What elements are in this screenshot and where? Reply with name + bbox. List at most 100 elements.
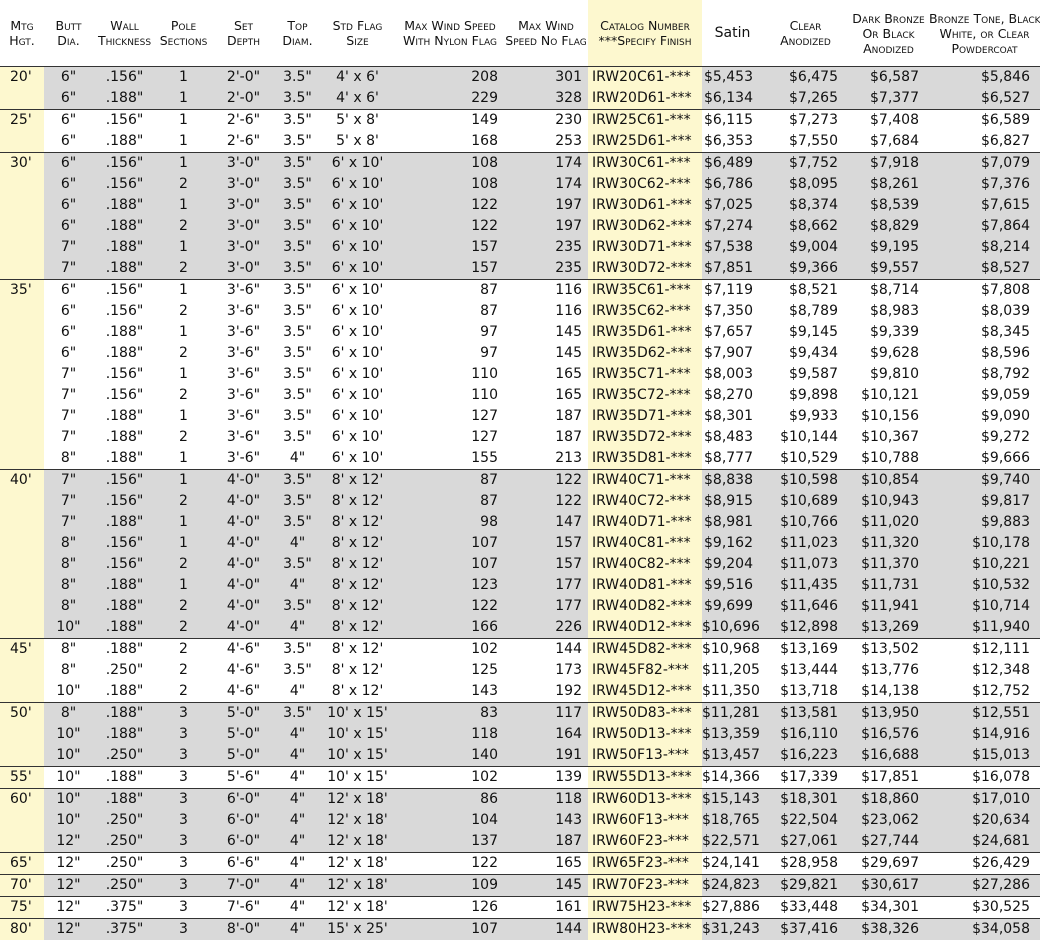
cell-powdercoat: $9,666	[929, 448, 1040, 470]
cell-clear-anodized: $10,766	[763, 512, 848, 533]
cell-butt-dia: 12"	[44, 853, 93, 875]
cell-clear-anodized: $22,504	[763, 810, 848, 831]
cell-mtg-hgt	[0, 512, 44, 533]
cell-powdercoat: $8,792	[929, 364, 1040, 385]
cell-butt-dia: 8"	[44, 660, 93, 681]
cell-top-diam: 3.5"	[276, 639, 319, 661]
cell-dark-bronze: $10,156	[848, 406, 929, 427]
cell-mtg-hgt: 30'	[0, 153, 44, 175]
cell-top-diam: 3.5"	[276, 406, 319, 427]
header-clear-anodized: ClearAnodized	[763, 0, 848, 67]
cell-wind-noflag: 122	[504, 470, 588, 492]
cell-mtg-hgt: 60'	[0, 789, 44, 811]
cell-wind-noflag: 187	[504, 831, 588, 853]
header-line: Clear	[763, 18, 848, 33]
cell-dark-bronze: $11,020	[848, 512, 929, 533]
table-row: 7".188"13'-0"3.5"6' x 10'157235IRW30D71-…	[0, 237, 1040, 258]
cell-wind-nylon: 107	[396, 554, 504, 575]
cell-wind-nylon: 149	[396, 110, 504, 132]
cell-wind-nylon: 118	[396, 724, 504, 745]
cell-flag-size: 6' x 10'	[319, 385, 396, 406]
cell-mtg-hgt	[0, 258, 44, 280]
cell-satin: $7,907	[702, 343, 763, 364]
cell-catalog-number: IRW45F82-***	[588, 660, 702, 681]
price-table-page: MtgHgt.ButtDia.WallThicknessPoleSections…	[0, 0, 1040, 938]
cell-flag-size: 6' x 10'	[319, 195, 396, 216]
cell-flag-size: 10' x 15'	[319, 703, 396, 725]
cell-wind-nylon: 122	[396, 216, 504, 237]
cell-wind-noflag: 145	[504, 322, 588, 343]
cell-catalog-number: IRW55D13-***	[588, 767, 702, 789]
cell-powdercoat: $24,681	[929, 831, 1040, 853]
cell-flag-size: 6' x 10'	[319, 174, 396, 195]
cell-butt-dia: 7"	[44, 364, 93, 385]
cell-pole-sections: 1	[156, 575, 211, 596]
cell-clear-anodized: $9,898	[763, 385, 848, 406]
header-line: Speed No Flag	[504, 33, 588, 48]
header-line: Butt	[44, 18, 93, 33]
cell-flag-size: 8' x 12'	[319, 533, 396, 554]
cell-pole-sections: 1	[156, 280, 211, 302]
cell-flag-size: 4' x 6'	[319, 67, 396, 89]
header-line: Catalog Number	[588, 18, 702, 33]
table-row: 7".188"14'-0"3.5"8' x 12'98147IRW40D71-*…	[0, 512, 1040, 533]
cell-butt-dia: 6"	[44, 343, 93, 364]
cell-wind-nylon: 87	[396, 470, 504, 492]
cell-wind-noflag: 328	[504, 88, 588, 110]
cell-clear-anodized: $13,581	[763, 703, 848, 725]
cell-flag-size: 6' x 10'	[319, 216, 396, 237]
cell-catalog-number: IRW35D81-***	[588, 448, 702, 470]
cell-clear-anodized: $11,435	[763, 575, 848, 596]
table-row: 8".156"24'-0"3.5"8' x 12'107157IRW40C82-…	[0, 554, 1040, 575]
cell-dark-bronze: $8,539	[848, 195, 929, 216]
table-row: 6".188"23'-0"3.5"6' x 10'122197IRW30D62-…	[0, 216, 1040, 237]
cell-clear-anodized: $6,475	[763, 67, 848, 89]
cell-catalog-number: IRW35C71-***	[588, 364, 702, 385]
table-row: 25'6".156"12'-6"3.5"5' x 8'149230IRW25C6…	[0, 110, 1040, 132]
cell-wind-nylon: 83	[396, 703, 504, 725]
cell-catalog-number: IRW50F13-***	[588, 745, 702, 767]
cell-butt-dia: 6"	[44, 131, 93, 153]
cell-mtg-hgt	[0, 554, 44, 575]
table-row: 40'7".156"14'-0"3.5"8' x 12'87122IRW40C7…	[0, 470, 1040, 492]
header-butt-dia: ButtDia.	[44, 0, 93, 67]
cell-clear-anodized: $10,598	[763, 470, 848, 492]
cell-catalog-number: IRW45D12-***	[588, 681, 702, 703]
cell-dark-bronze: $10,943	[848, 491, 929, 512]
cell-set-depth: 3'-0"	[211, 195, 276, 216]
cell-powdercoat: $34,058	[929, 919, 1040, 940]
cell-flag-size: 6' x 10'	[319, 448, 396, 470]
cell-mtg-hgt: 55'	[0, 767, 44, 789]
cell-pole-sections: 3	[156, 724, 211, 745]
cell-pole-sections: 1	[156, 67, 211, 89]
cell-top-diam: 4"	[276, 853, 319, 875]
cell-clear-anodized: $27,061	[763, 831, 848, 853]
cell-satin: $6,786	[702, 174, 763, 195]
table-row: 6".156"23'-0"3.5"6' x 10'108174IRW30C62-…	[0, 174, 1040, 195]
cell-pole-sections: 3	[156, 875, 211, 897]
cell-powdercoat: $9,740	[929, 470, 1040, 492]
cell-wind-noflag: 230	[504, 110, 588, 132]
cell-top-diam: 4"	[276, 448, 319, 470]
cell-dark-bronze: $9,628	[848, 343, 929, 364]
cell-wind-noflag: 197	[504, 195, 588, 216]
cell-wall-thickness: .156"	[93, 491, 156, 512]
cell-wind-noflag: 253	[504, 131, 588, 153]
cell-satin: $9,162	[702, 533, 763, 554]
cell-set-depth: 6'-0"	[211, 831, 276, 853]
cell-wall-thickness: .188"	[93, 448, 156, 470]
cell-powdercoat: $6,589	[929, 110, 1040, 132]
cell-satin: $11,281	[702, 703, 763, 725]
cell-clear-anodized: $7,550	[763, 131, 848, 153]
cell-top-diam: 4"	[276, 897, 319, 919]
cell-pole-sections: 2	[156, 639, 211, 661]
header-line: ***Specify Finish	[588, 33, 702, 48]
cell-pole-sections: 2	[156, 216, 211, 237]
cell-set-depth: 4'-0"	[211, 596, 276, 617]
cell-wind-nylon: 140	[396, 745, 504, 767]
cell-mtg-hgt: 70'	[0, 875, 44, 897]
cell-butt-dia: 6"	[44, 195, 93, 216]
header-satin: Satin	[702, 0, 763, 67]
cell-mtg-hgt	[0, 301, 44, 322]
cell-mtg-hgt	[0, 448, 44, 470]
